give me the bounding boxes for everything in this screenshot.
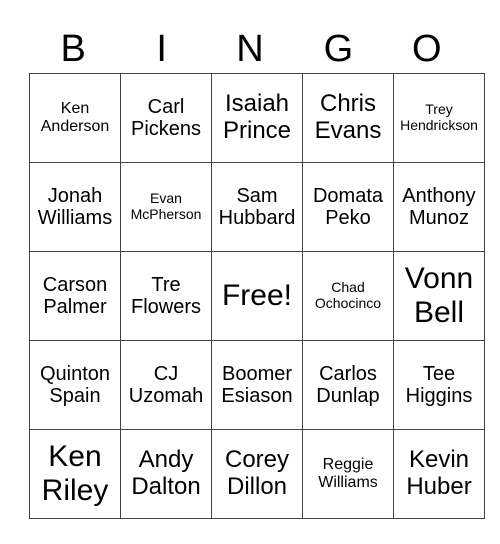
bingo-cell[interactable]: Chris Evans [302,73,394,163]
bingo-cell[interactable]: CJ Uzomah [120,340,212,430]
bingo-cell[interactable]: Carlos Dunlap [302,340,394,430]
bingo-cell[interactable]: Tee Higgins [393,340,485,430]
bingo-cell[interactable]: Carl Pickens [120,73,212,163]
bingo-cell[interactable]: Tre Flowers [120,251,212,341]
bingo-cell[interactable]: Andy Dalton [120,429,212,519]
bingo-cell[interactable]: Ken Anderson [29,73,121,163]
bingo-cell[interactable]: Carson Palmer [29,251,121,341]
bingo-cell[interactable]: Kevin Huber [393,429,485,519]
bingo-cell[interactable]: Jonah Williams [29,162,121,252]
bingo-cell[interactable]: Anthony Munoz [393,162,485,252]
bingo-row: Jonah Williams Evan McPherson Sam Hubbard D… [29,162,485,252]
header-letter-i: I [156,28,167,70]
bingo-cell[interactable]: Reggie Williams [302,429,394,519]
bingo-cell[interactable]: Isaiah Prince [211,73,303,163]
header-letter-n: N [236,28,264,70]
bingo-cell[interactable]: Boomer Esiason [211,340,303,430]
bingo-cell[interactable]: Ken Riley [29,429,121,519]
bingo-grid: Ken Anderson Carl Pickens Isaiah Prince Chr… [29,73,485,519]
header-letter-o: O [412,28,442,70]
bingo-row: Carson Palmer Tre Flowers Free! Chad Ochoci… [29,251,485,341]
bingo-cell[interactable]: Domata Peko [302,162,394,252]
bingo-cell[interactable]: Evan McPherson [120,162,212,252]
bingo-cell[interactable]: Vonn Bell [393,251,485,341]
bingo-cell[interactable]: Chad Ochocinco [302,251,394,341]
free-space-cell[interactable]: Free! [211,251,303,341]
header-letter-b: B [60,28,86,70]
bingo-header: B I N G O [29,26,471,72]
header-letter-g: G [323,28,354,70]
bingo-row: Ken Riley Andy Dalton Corey Dillon Reggie W… [29,429,485,519]
bingo-cell[interactable]: Trey Hendrickson [393,73,485,163]
bingo-row: Ken Anderson Carl Pickens Isaiah Prince Chr… [29,73,485,163]
bingo-cell[interactable]: Corey Dillon [211,429,303,519]
bingo-cell[interactable]: Sam Hubbard [211,162,303,252]
bingo-row: Quinton Spain CJ Uzomah Boomer Esiason Carl… [29,340,485,430]
bingo-cell[interactable]: Quinton Spain [29,340,121,430]
